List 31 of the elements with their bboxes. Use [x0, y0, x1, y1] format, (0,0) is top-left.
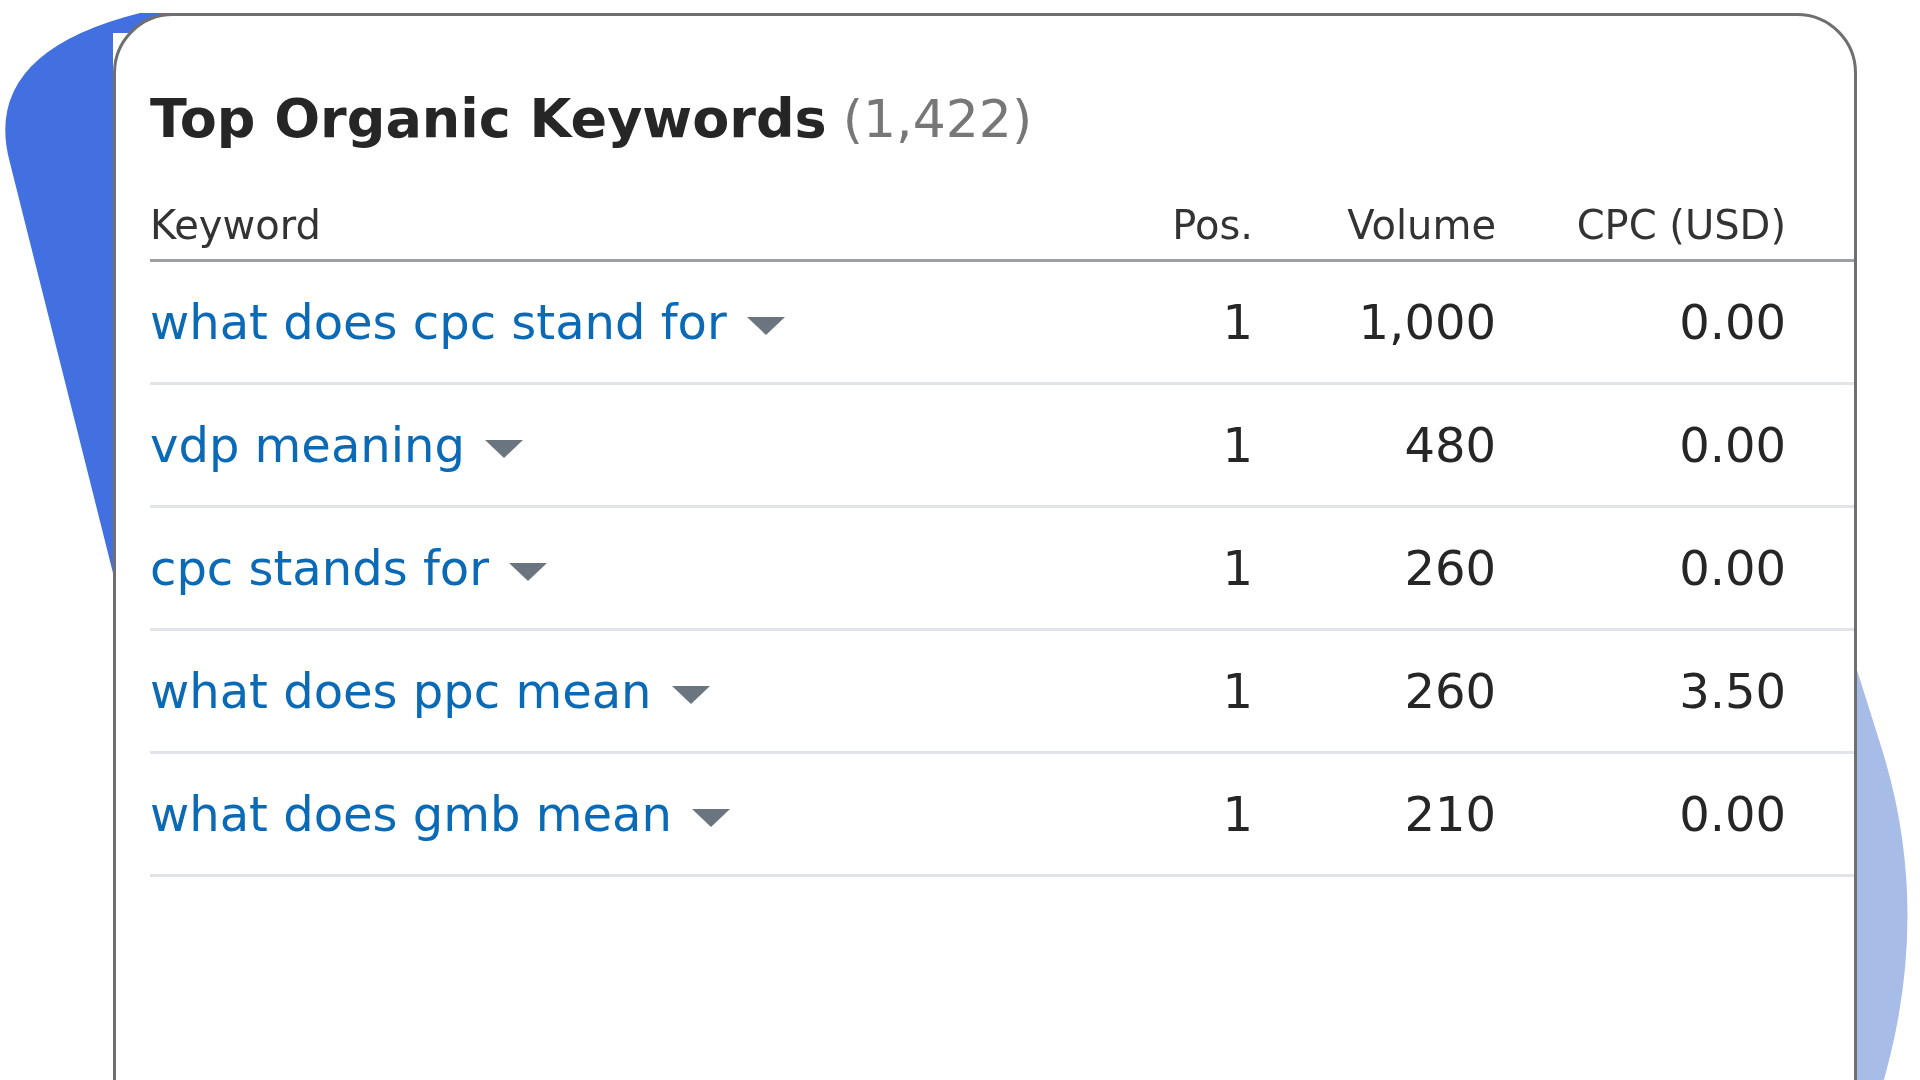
position-cell-text: 1 [1222, 785, 1253, 844]
position-cell-text: 1 [1222, 416, 1253, 475]
volume-cell-text: 1,000 [1358, 293, 1496, 352]
caret-icon[interactable] [746, 317, 785, 335]
keyword-count: (1,422) [842, 88, 1033, 151]
caret-icon[interactable] [484, 440, 523, 458]
caret-icon[interactable] [671, 686, 710, 704]
position-cell-text: 1 [1222, 293, 1253, 352]
position-cell-text: 1 [1222, 662, 1253, 721]
keyword-link[interactable]: what does cpc stand for [150, 286, 727, 358]
caret-icon[interactable] [691, 809, 730, 827]
caret-icon[interactable] [508, 563, 547, 581]
cpc-cell-text: 3.50 [1679, 662, 1786, 721]
cpc-cell-text: 0.00 [1679, 785, 1786, 844]
keyword-link[interactable]: vdp meaning [150, 409, 465, 481]
column-header[interactable]: Pos. [1172, 194, 1253, 255]
cpc-cell-text: 0.00 [1679, 416, 1786, 475]
volume-cell-text: 210 [1404, 785, 1496, 844]
volume-cell-text: 260 [1404, 539, 1496, 598]
cpc-cell-text: 0.00 [1679, 539, 1786, 598]
keyword-link[interactable]: cpc stands for [150, 532, 489, 604]
position-cell-text: 1 [1222, 539, 1253, 598]
volume-cell-text: 260 [1404, 662, 1496, 721]
column-header[interactable]: Keyword [150, 194, 321, 255]
volume-cell-text: 480 [1404, 416, 1496, 475]
cpc-cell-text: 0.00 [1679, 293, 1786, 352]
column-header[interactable]: CPC (USD) [1576, 194, 1786, 255]
card-title: Top Organic Keywords [150, 86, 827, 152]
column-header[interactable]: Volume [1347, 194, 1496, 255]
keyword-link[interactable]: what does gmb mean [150, 778, 672, 850]
keyword-link[interactable]: what does ppc mean [150, 655, 652, 727]
